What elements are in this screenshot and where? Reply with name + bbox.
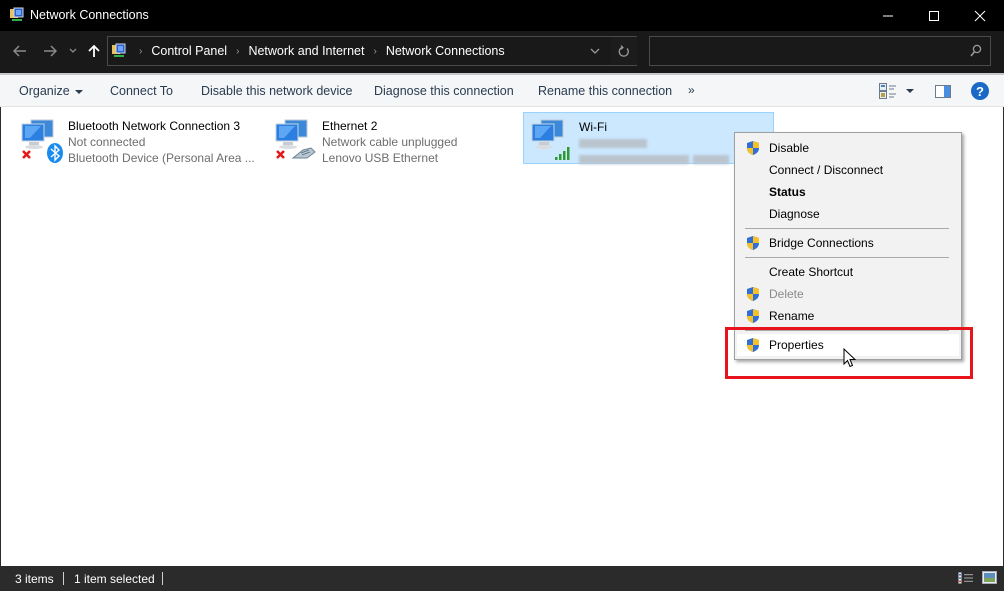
menu-item-label: Connect / Disconnect <box>769 163 884 177</box>
close-button[interactable] <box>957 0 1003 31</box>
menu-item-label: Rename <box>769 309 815 323</box>
connection-device: Bluetooth Device (Personal Area ... <box>68 151 255 165</box>
menu-item-connect-disconnect[interactable]: Connect / Disconnect <box>737 159 959 181</box>
search-input[interactable] <box>649 36 991 66</box>
chevron-right-icon[interactable]: › <box>373 46 376 57</box>
arrow-up-icon <box>88 44 100 57</box>
chevron-down-icon <box>590 48 600 54</box>
minimize-icon <box>883 15 893 16</box>
menu-item-label: Bridge Connections <box>769 236 874 250</box>
connection-name: Bluetooth Network Connection 3 <box>68 119 241 133</box>
help-icon: ? <box>976 83 984 99</box>
arrow-right-icon <box>44 45 57 57</box>
up-button[interactable] <box>84 40 104 62</box>
status-divider <box>162 572 163 585</box>
connection-status: Not connected <box>68 135 146 149</box>
connection-status: Network cable unplugged <box>322 135 458 149</box>
menu-item-label: Status <box>769 185 806 199</box>
menu-item-rename[interactable]: Rename <box>737 305 959 327</box>
title-bar: Network Connections <box>0 0 1004 31</box>
organize-button[interactable]: Organize <box>19 84 83 98</box>
breadcrumb-network-and-internet[interactable]: Network and Internet <box>248 44 364 58</box>
uac-shield-icon <box>747 287 759 301</box>
maximize-button[interactable] <box>911 0 957 31</box>
status-divider <box>63 572 64 585</box>
connection-device-blurred <box>579 152 733 166</box>
more-commands-button[interactable]: » <box>688 83 695 97</box>
recent-locations-button[interactable] <box>66 40 80 62</box>
menu-item-create-shortcut[interactable]: Create Shortcut <box>737 261 959 283</box>
item-count: 3 items <box>15 572 54 586</box>
bluetooth-network-icon <box>21 119 63 163</box>
diagnose-connection-button[interactable]: Diagnose this connection <box>374 84 514 98</box>
address-bar[interactable]: › Control Panel › Network and Internet ›… <box>107 36 637 66</box>
menu-item-bridge-connections[interactable]: Bridge Connections <box>737 232 959 254</box>
close-icon <box>974 10 986 21</box>
address-history-dropdown[interactable] <box>580 37 610 65</box>
command-bar: Organize Connect To Disable this network… <box>0 73 1004 107</box>
breadcrumb-network-connections[interactable]: Network Connections <box>386 44 505 58</box>
status-bar: 3 items 1 item selected <box>0 566 1004 591</box>
refresh-icon <box>618 44 629 57</box>
help-button[interactable]: ? <box>971 82 989 100</box>
maximize-icon <box>929 10 939 21</box>
connection-name: Ethernet 2 <box>322 119 378 133</box>
large-icons-view-icon[interactable] <box>982 571 997 584</box>
preview-pane-icon[interactable] <box>935 85 951 98</box>
minimize-button[interactable] <box>865 0 911 31</box>
menu-separator <box>745 228 949 229</box>
search-icon[interactable] <box>970 44 982 58</box>
menu-item-label: Diagnose <box>769 207 820 221</box>
menu-item-disable[interactable]: Disable <box>737 137 959 159</box>
uac-shield-icon <box>747 141 759 155</box>
chevron-down-icon <box>69 48 77 53</box>
caret-down-icon <box>74 89 83 94</box>
organize-label: Organize <box>19 84 70 98</box>
menu-item-label: Delete <box>769 287 804 301</box>
connection-status-blurred <box>579 136 651 150</box>
back-button[interactable] <box>10 40 30 62</box>
network-connections-icon <box>10 7 24 21</box>
wifi-network-icon <box>531 119 570 160</box>
connection-name: Wi-Fi <box>579 120 607 134</box>
menu-item-label: Create Shortcut <box>769 265 854 279</box>
details-view-icon[interactable] <box>958 572 974 584</box>
change-view-icon[interactable] <box>879 83 897 99</box>
breadcrumb-control-panel[interactable]: Control Panel <box>151 44 227 58</box>
uac-shield-icon <box>747 236 759 250</box>
connect-to-button[interactable]: Connect To <box>110 84 173 98</box>
menu-item-label: Disable <box>769 141 810 155</box>
refresh-button[interactable] <box>611 37 637 65</box>
ethernet-network-icon <box>275 119 316 159</box>
connection-device: Lenovo USB Ethernet <box>322 151 439 165</box>
arrow-left-icon <box>13 45 26 57</box>
menu-item-diagnose[interactable]: Diagnose <box>737 203 959 225</box>
menu-item-status[interactable]: Status <box>737 181 959 203</box>
connection-item-bluetooth[interactable]: Bluetooth Network Connection 3 Not conne… <box>13 111 263 165</box>
menu-separator <box>745 257 949 258</box>
rename-connection-button[interactable]: Rename this connection <box>538 84 672 98</box>
navigation-bar: › Control Panel › Network and Internet ›… <box>0 31 1004 73</box>
window-title: Network Connections <box>30 8 149 22</box>
disable-device-button[interactable]: Disable this network device <box>201 84 352 98</box>
forward-button[interactable] <box>40 40 60 62</box>
breadcrumb: › Control Panel › Network and Internet ›… <box>130 44 505 58</box>
chevron-right-icon[interactable]: › <box>236 46 239 57</box>
uac-shield-icon <box>747 309 759 323</box>
selection-count: 1 item selected <box>74 572 155 586</box>
chevron-right-icon: › <box>139 45 143 57</box>
connection-item-ethernet[interactable]: Ethernet 2 Network cable unplugged Lenov… <box>267 111 517 165</box>
menu-item-delete[interactable]: Delete <box>737 283 959 305</box>
context-menu: Disable Connect / Disconnect Status Diag… <box>734 132 962 360</box>
view-options-dropdown[interactable] <box>906 89 914 93</box>
mouse-cursor-icon <box>843 348 857 368</box>
network-connections-icon <box>112 43 126 57</box>
